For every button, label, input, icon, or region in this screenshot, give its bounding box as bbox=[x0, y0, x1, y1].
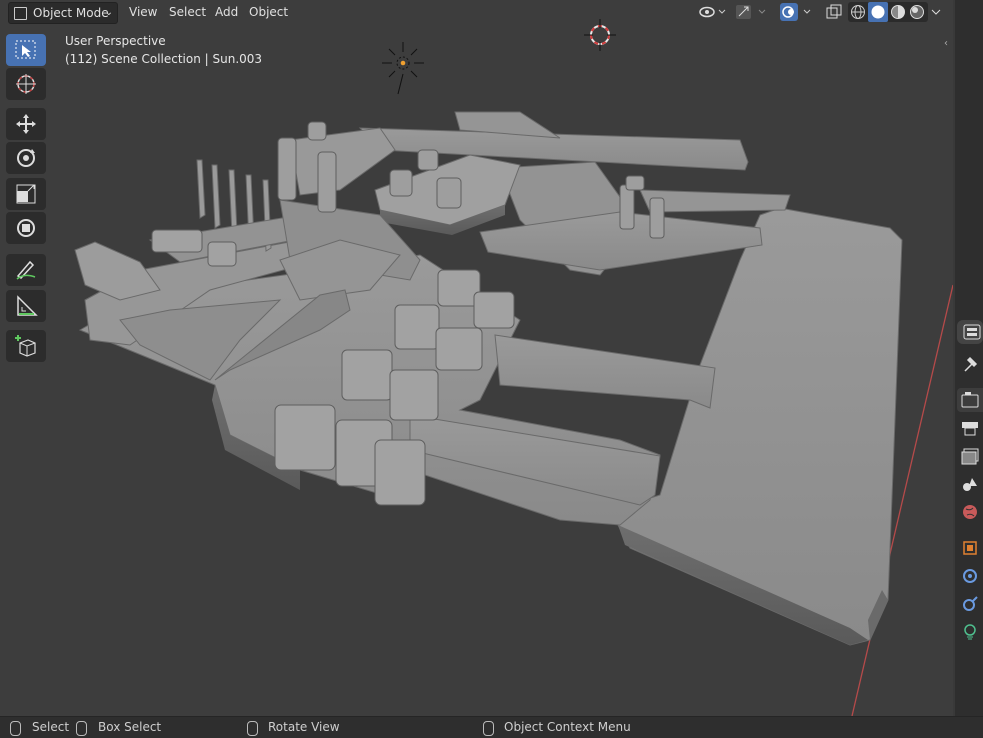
menu-object[interactable]: Object bbox=[243, 2, 294, 22]
3d-viewport[interactable]: Object Mode ⌄ View Select Add Object Use… bbox=[0, 0, 953, 716]
add-cube-tool[interactable] bbox=[6, 330, 46, 362]
visibility-dropdown[interactable] bbox=[698, 2, 728, 22]
tab-scene[interactable] bbox=[957, 472, 983, 496]
menu-view[interactable]: View bbox=[123, 2, 163, 22]
measure-tool[interactable] bbox=[6, 290, 46, 322]
properties-tabs bbox=[955, 0, 983, 716]
gizmo-icon bbox=[736, 5, 766, 19]
wireframe-shading-icon bbox=[851, 5, 865, 19]
tab-object[interactable] bbox=[957, 536, 983, 560]
mode-dropdown[interactable]: Object Mode ⌄ bbox=[8, 2, 118, 24]
overlays-dropdown[interactable] bbox=[778, 2, 818, 22]
editor-type-button[interactable] bbox=[957, 320, 983, 344]
gizmo-dropdown[interactable] bbox=[734, 2, 770, 22]
select-box-icon bbox=[15, 40, 36, 59]
scene-mesh[interactable] bbox=[0, 0, 953, 716]
menu-add[interactable]: Add bbox=[209, 2, 244, 22]
viewport-header: Object Mode ⌄ View Select Add Object bbox=[0, 0, 953, 24]
cursor-tool[interactable] bbox=[6, 68, 46, 100]
measure-icon bbox=[17, 295, 38, 316]
rotate-icon bbox=[17, 149, 35, 167]
visibility-icon bbox=[699, 6, 726, 18]
solid-shading-icon bbox=[871, 5, 885, 19]
select-box-tool[interactable] bbox=[6, 34, 46, 66]
world-icon bbox=[963, 505, 977, 519]
mouse-drag-icon bbox=[76, 721, 87, 736]
annotate-icon bbox=[16, 260, 36, 280]
chevron-down-icon bbox=[931, 9, 941, 15]
object-mode-icon bbox=[14, 7, 27, 20]
mouse-right-icon bbox=[483, 721, 494, 736]
mouse-left-icon bbox=[10, 721, 21, 736]
cursor-icon bbox=[16, 74, 36, 94]
mouse-middle-icon bbox=[247, 721, 258, 736]
view-perspective-label: User Perspective bbox=[65, 34, 166, 48]
scene-icon bbox=[963, 478, 977, 491]
tab-physics[interactable] bbox=[957, 592, 983, 616]
properties-editor-icon bbox=[963, 324, 981, 340]
tab-view-layer[interactable] bbox=[957, 444, 983, 468]
render-icon bbox=[961, 392, 979, 408]
tab-constraints[interactable] bbox=[957, 620, 983, 644]
sidebar-toggle-icon[interactable]: ‹ bbox=[944, 38, 948, 49]
view-layer-icon bbox=[961, 448, 979, 465]
collection-label: (112) Scene Collection | Sun.003 bbox=[65, 52, 263, 66]
physics-icon bbox=[963, 596, 978, 611]
xray-icon bbox=[826, 4, 842, 19]
transform-tool[interactable] bbox=[6, 212, 46, 244]
transform-icon bbox=[17, 219, 35, 237]
annotate-tool[interactable] bbox=[6, 254, 46, 286]
tab-output[interactable] bbox=[957, 416, 983, 440]
move-icon bbox=[16, 114, 36, 134]
status-box-select: Box Select bbox=[98, 720, 162, 734]
status-bar: Select Box Select Rotate View Object Con… bbox=[0, 716, 983, 738]
move-tool[interactable] bbox=[6, 108, 46, 140]
tab-modifiers[interactable] bbox=[957, 564, 983, 588]
tab-tool[interactable] bbox=[957, 352, 983, 376]
modifiers-icon bbox=[963, 569, 977, 583]
scale-tool[interactable] bbox=[6, 178, 46, 210]
xray-toggle[interactable] bbox=[824, 2, 844, 22]
tab-world[interactable] bbox=[957, 500, 983, 524]
scale-icon bbox=[16, 184, 36, 204]
output-icon bbox=[962, 422, 978, 436]
overlays-icon bbox=[780, 3, 811, 21]
rendered-shading-icon bbox=[910, 5, 924, 19]
chevron-down-icon: ⌄ bbox=[104, 7, 113, 18]
tool-icon bbox=[964, 356, 978, 372]
status-rotate-view: Rotate View bbox=[268, 720, 340, 734]
status-context-menu: Object Context Menu bbox=[504, 720, 631, 734]
tab-render[interactable] bbox=[957, 388, 983, 412]
material-shading-icon bbox=[891, 5, 905, 19]
constraints-icon bbox=[964, 624, 976, 640]
mode-label: Object Mode bbox=[33, 6, 109, 20]
object-icon bbox=[963, 541, 977, 555]
shading-buttons bbox=[848, 2, 928, 22]
rotate-tool[interactable] bbox=[6, 142, 46, 174]
shading-dropdown[interactable] bbox=[928, 2, 944, 22]
menu-select[interactable]: Select bbox=[163, 2, 212, 22]
add-cube-icon bbox=[15, 335, 36, 357]
status-select: Select bbox=[32, 720, 70, 734]
